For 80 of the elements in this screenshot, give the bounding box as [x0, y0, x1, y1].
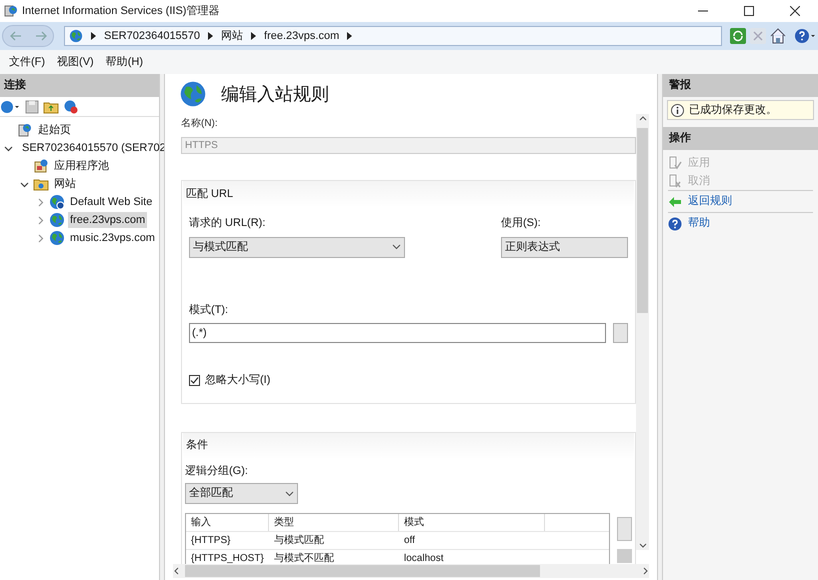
table-cell-text: off [403, 534, 416, 548]
breadcrumb-arrow-icon [91, 32, 96, 40]
home-icon[interactable] [770, 28, 786, 44]
breadcrumb-item[interactable]: SER702364015570 [104, 28, 200, 44]
tree-item[interactable]: SER702364015570 (SER702 [20, 140, 168, 156]
field-label: 使用(S): [501, 216, 542, 231]
maximize-icon [744, 6, 754, 16]
globe-badge-icon [49, 194, 65, 210]
tree-item[interactable]: 网站 [52, 176, 78, 192]
document-x-icon [668, 174, 682, 188]
tree-item[interactable]: music.23vps.com [68, 230, 157, 246]
back-arrow-icon [668, 194, 682, 208]
disconnect-icon[interactable] [63, 100, 79, 114]
scroll-right-icon [641, 567, 649, 575]
address-bar[interactable]: SER702364015570 网站 free.23vps.com [64, 26, 722, 46]
refresh-icon[interactable] [730, 28, 746, 44]
expander-icon[interactable] [20, 180, 28, 188]
alert-text: 已成功保存更改。 [689, 102, 777, 118]
info-icon [671, 104, 684, 116]
pattern-field[interactable]: (.*) [189, 323, 606, 343]
close-icon [790, 6, 800, 16]
panel-header: 连接 [0, 74, 159, 97]
back-forward-buttons[interactable] [2, 25, 54, 47]
expander-icon[interactable] [4, 144, 12, 152]
forward-icon [34, 31, 46, 41]
column-header[interactable]: 输入 [186, 514, 269, 531]
check-icon [190, 376, 199, 385]
tree-item[interactable]: 起始页 [36, 122, 73, 138]
field-label: 请求的 URL(R): [189, 216, 266, 231]
breadcrumb-item[interactable]: 网站 [221, 28, 244, 44]
panel-header: 警报 [663, 74, 818, 97]
panel-header: 操作 [663, 127, 818, 150]
scroll-left-icon [173, 567, 181, 575]
breadcrumb-item[interactable]: free.23vps.com [264, 28, 340, 44]
checkbox-label[interactable]: 忽略大小写(I) [205, 372, 270, 388]
tree-item[interactable]: free.23vps.com [68, 212, 148, 228]
help-icon[interactable] [794, 28, 816, 44]
add-button[interactable] [617, 517, 632, 541]
url-dropdown[interactable]: 与模式匹配 [189, 236, 405, 258]
test-pattern-button[interactable] [613, 323, 628, 343]
globe-icon [49, 212, 65, 228]
grouping-dropdown[interactable]: 全部匹配 [185, 483, 298, 504]
back-icon [10, 31, 22, 41]
globe-icon [69, 29, 83, 43]
folder-up-icon[interactable] [43, 100, 59, 114]
breadcrumb-arrow-icon [347, 32, 352, 40]
action-link[interactable]: 帮助 [688, 215, 710, 232]
table-cell-text: 与模式不匹配 [273, 552, 335, 564]
help-icon [668, 216, 682, 230]
field-label: 逻辑分组(G): [185, 464, 249, 478]
app-icon [4, 4, 18, 18]
horizontal-scrollbar[interactable] [173, 564, 649, 578]
table-cell-text: {HTTPS} [190, 534, 232, 548]
table-cell-text: 与模式匹配 [273, 534, 325, 548]
window-title: Internet Information Services (IIS)管理器 [22, 4, 220, 19]
save-icon[interactable] [25, 100, 39, 114]
globe-icon [179, 80, 207, 108]
tree-item[interactable]: Default Web Site [68, 194, 154, 210]
home-page-icon [17, 122, 33, 138]
checkbox[interactable] [189, 374, 200, 386]
action-link[interactable]: 返回规则 [688, 193, 732, 210]
menu-item[interactable]: 视图(V) [52, 54, 99, 70]
breadcrumb-arrow-icon [251, 32, 256, 40]
breadcrumb-arrow-icon [208, 32, 214, 40]
tree-item[interactable]: 应用程序池 [52, 158, 111, 174]
page-title: 编辑入站规则 [221, 82, 329, 106]
app-pool-icon [33, 158, 49, 174]
column-header[interactable]: 类型 [269, 514, 399, 531]
table-cell-text: {HTTPS_HOST} [190, 552, 265, 564]
connect-icon[interactable] [1, 100, 21, 114]
field-label: 模式(T): [189, 302, 230, 318]
field-label: 名称(N): [181, 117, 219, 131]
globe-icon [49, 230, 65, 246]
using-dropdown[interactable]: 正则表达式 [501, 236, 628, 258]
vertical-scrollbar[interactable] [636, 114, 649, 550]
menu-item[interactable]: 帮助(H) [100, 54, 148, 70]
column-header[interactable]: 模式 [399, 514, 545, 531]
menu-item[interactable]: 文件(F) [4, 54, 50, 70]
document-check-icon [668, 156, 682, 170]
table-cell-text: localhost [403, 552, 444, 564]
